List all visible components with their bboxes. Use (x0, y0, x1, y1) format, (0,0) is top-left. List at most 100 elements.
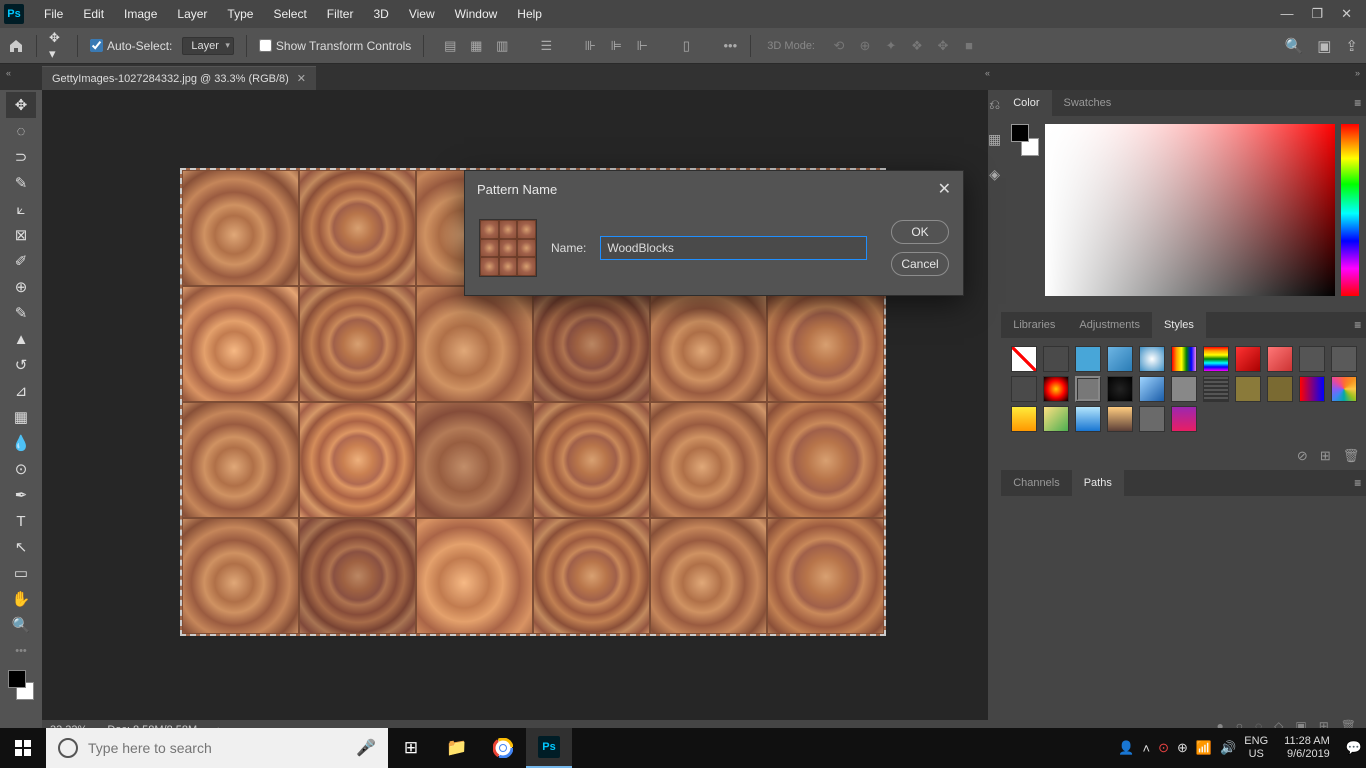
style-swatch[interactable] (1203, 376, 1229, 402)
language-indicator[interactable]: ENGUS (1244, 735, 1268, 761)
menu-help[interactable]: Help (507, 0, 552, 28)
auto-select-checkbox[interactable]: Auto-Select: (90, 39, 172, 53)
tab-libraries[interactable]: Libraries (1001, 312, 1067, 338)
hue-slider[interactable] (1341, 124, 1359, 296)
search-input[interactable] (88, 740, 346, 756)
3d-zoom-icon[interactable]: ✥ (935, 38, 951, 54)
file-explorer-icon[interactable]: 📁 (434, 728, 480, 768)
style-swatch[interactable] (1331, 346, 1357, 372)
style-swatch[interactable] (1011, 406, 1037, 432)
fgbg-mini[interactable] (1011, 124, 1039, 156)
cortana-icon[interactable] (58, 738, 78, 758)
search-icon[interactable]: 🔍 (1285, 37, 1304, 55)
path-select-tool[interactable]: ↖ (6, 534, 36, 560)
stamp-tool[interactable]: ▲ (6, 326, 36, 352)
history-brush-tool[interactable]: ↺ (6, 352, 36, 378)
zoom-tool[interactable]: 🔍 (6, 612, 36, 638)
align-to-icon[interactable]: ▯ (678, 38, 694, 54)
distribute-spacing-icon[interactable]: ⊩ (634, 38, 650, 54)
onedrive-icon[interactable]: ⊙ (1158, 740, 1169, 756)
window-maximize-icon[interactable]: ❐ (1311, 6, 1323, 22)
style-swatch[interactable] (1299, 376, 1325, 402)
tray-chevron-icon[interactable]: ˄ (1143, 741, 1151, 756)
share-icon[interactable]: ⇪ (1345, 37, 1358, 55)
menu-window[interactable]: Window (445, 0, 508, 28)
style-swatch[interactable] (1171, 346, 1197, 372)
new-style-icon[interactable]: ⊞ (1320, 448, 1331, 464)
3d-slide-icon[interactable]: ❖ (909, 38, 925, 54)
edit-toolbar-icon[interactable]: ••• (6, 638, 36, 664)
style-swatch[interactable] (1171, 376, 1197, 402)
quick-select-tool[interactable]: ✎ (6, 170, 36, 196)
style-swatch[interactable] (1043, 346, 1069, 372)
dodge-tool[interactable]: ⊙ (6, 456, 36, 482)
menu-select[interactable]: Select (263, 0, 316, 28)
network-icon[interactable]: 📶 (1196, 740, 1212, 756)
distribute-v-icon[interactable]: ⊫ (608, 38, 624, 54)
volume-icon[interactable]: 🔊 (1220, 740, 1236, 756)
lasso-tool[interactable]: ⊃ (6, 144, 36, 170)
tab-styles[interactable]: Styles (1152, 312, 1206, 338)
style-swatch[interactable] (1075, 406, 1101, 432)
eyedropper-tool[interactable]: ✐ (6, 248, 36, 274)
window-close-icon[interactable]: ✕ (1341, 6, 1352, 22)
crop-tool[interactable]: ⟀ (6, 196, 36, 222)
bluetooth-icon[interactable]: ⊕ (1177, 740, 1188, 756)
people-icon[interactable]: 👤 (1118, 740, 1134, 756)
chrome-icon[interactable] (480, 728, 526, 768)
style-swatch[interactable] (1139, 376, 1165, 402)
tab-adjustments[interactable]: Adjustments (1067, 312, 1152, 338)
layers-panel-icon[interactable]: ◈ (989, 166, 1000, 183)
dialog-close-icon[interactable]: ✕ (938, 179, 951, 199)
healing-tool[interactable]: ⊕ (6, 274, 36, 300)
align-left-icon[interactable]: ▤ (442, 38, 458, 54)
tab-paths[interactable]: Paths (1072, 470, 1124, 496)
align-right-icon[interactable]: ▥ (494, 38, 510, 54)
menu-image[interactable]: Image (114, 0, 167, 28)
pattern-name-input[interactable] (600, 236, 867, 260)
notifications-icon[interactable]: 💬 (1346, 740, 1362, 756)
panel-menu-icon[interactable]: ≡ (1346, 476, 1366, 490)
properties-panel-icon[interactable]: ▦ (988, 131, 1001, 148)
marquee-tool[interactable]: ◌ (6, 118, 36, 144)
3d-orbit-icon[interactable]: ⟲ (831, 38, 847, 54)
menu-view[interactable]: View (399, 0, 445, 28)
auto-select-dropdown[interactable]: Layer (182, 37, 234, 55)
cancel-button[interactable]: Cancel (891, 252, 949, 276)
style-swatch[interactable] (1299, 346, 1325, 372)
blur-tool[interactable]: 💧 (6, 430, 36, 456)
tab-channels[interactable]: Channels (1001, 470, 1071, 496)
photoshop-taskbar-icon[interactable]: Ps (526, 728, 572, 768)
close-tab-icon[interactable]: ✕ (297, 72, 306, 85)
style-swatch[interactable] (1171, 406, 1197, 432)
more-align-icon[interactable]: ••• (722, 38, 738, 54)
3d-pan-icon[interactable]: ✦ (883, 38, 899, 54)
show-transform-checkbox[interactable]: Show Transform Controls (259, 39, 411, 53)
style-swatch[interactable] (1011, 376, 1037, 402)
menu-file[interactable]: File (34, 0, 73, 28)
style-swatch[interactable] (1011, 346, 1037, 372)
style-swatch[interactable] (1139, 346, 1165, 372)
menu-layer[interactable]: Layer (167, 0, 217, 28)
tab-swatches[interactable]: Swatches (1052, 90, 1124, 116)
menu-type[interactable]: Type (217, 0, 263, 28)
tools-collapse-icon[interactable]: « (6, 68, 11, 78)
style-swatch[interactable] (1235, 376, 1261, 402)
history-panel-icon[interactable]: ⎌ (989, 96, 1000, 113)
pen-tool[interactable]: ✒ (6, 482, 36, 508)
style-swatch[interactable] (1235, 346, 1261, 372)
move-tool-icon[interactable]: ✥ ▾ (49, 38, 65, 54)
style-swatch[interactable] (1043, 376, 1069, 402)
panel-menu-icon[interactable]: ≡ (1346, 318, 1366, 332)
window-minimize-icon[interactable]: — (1280, 6, 1293, 22)
home-icon[interactable] (8, 38, 24, 54)
color-field[interactable] (1045, 124, 1335, 296)
fg-mini[interactable] (1011, 124, 1029, 142)
type-tool[interactable]: T (6, 508, 36, 534)
start-button[interactable] (0, 728, 46, 768)
menu-edit[interactable]: Edit (73, 0, 114, 28)
style-swatch[interactable] (1267, 376, 1293, 402)
panel-menu-icon[interactable]: ≡ (1346, 96, 1366, 110)
hand-tool[interactable]: ✋ (6, 586, 36, 612)
style-swatch[interactable] (1139, 406, 1165, 432)
